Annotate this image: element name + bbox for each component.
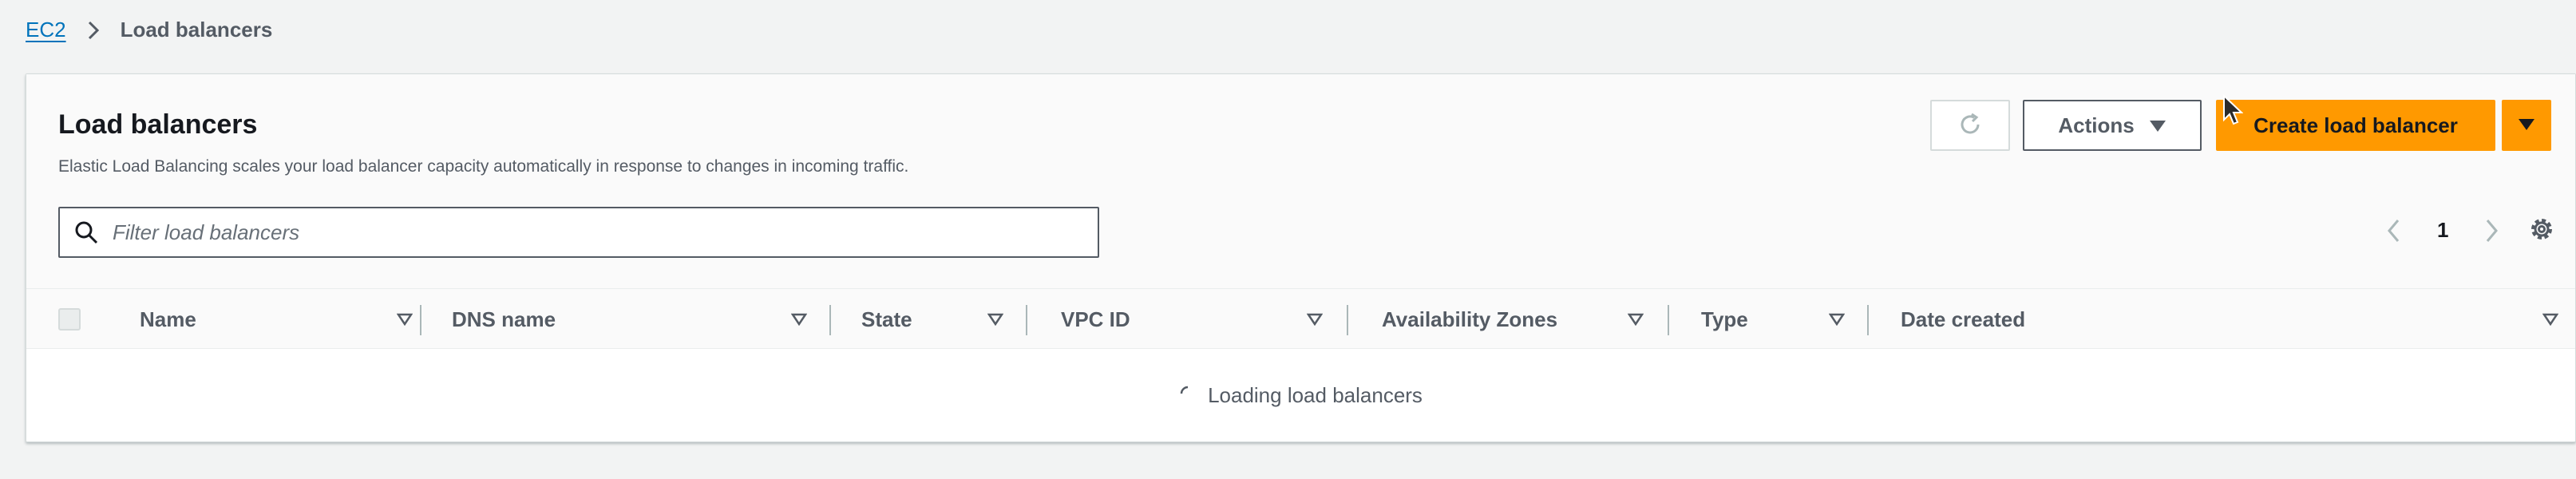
column-label: Type (1701, 307, 1748, 331)
create-label: Create load balancer (2254, 113, 2458, 137)
column-header-dns-name[interactable]: DNS name (452, 289, 556, 350)
sort-caret-icon[interactable] (791, 311, 807, 327)
column-label: Date created (1901, 307, 2026, 331)
breadcrumb-ec2-link[interactable]: EC2 (26, 18, 66, 42)
panel-header: Load balancers Elastic Load Balancing sc… (26, 74, 2575, 288)
sort-caret-icon[interactable] (1829, 311, 1845, 327)
breadcrumb: EC2 Load balancers (26, 18, 272, 42)
column-header-date-created[interactable]: Date created (1901, 289, 2025, 350)
sort-caret-icon[interactable] (397, 311, 413, 327)
create-options-dropdown-button[interactable] (2502, 100, 2551, 151)
column-divider[interactable] (1668, 305, 1669, 335)
breadcrumb-current: Load balancers (120, 18, 273, 42)
gear-icon[interactable] (2527, 215, 2556, 247)
column-header-state[interactable]: State (861, 289, 912, 350)
actions-label: Actions (2058, 113, 2135, 137)
column-label: Availability Zones (1382, 307, 1558, 331)
table-loading-state: Loading load balancers (26, 349, 2575, 441)
column-label: Name (140, 307, 196, 331)
table-header: Name DNS name State VPC ID Availability … (26, 288, 2575, 349)
mouse-cursor-icon (2222, 93, 2244, 130)
sort-caret-icon[interactable] (987, 311, 1003, 327)
caret-down-icon (2518, 118, 2535, 133)
load-balancers-panel: Load balancers Elastic Load Balancing sc… (26, 73, 2576, 442)
column-header-name[interactable]: Name (140, 289, 196, 350)
actions-dropdown-button[interactable]: Actions (2023, 100, 2202, 151)
column-divider[interactable] (1347, 305, 1348, 335)
column-divider[interactable] (829, 305, 831, 335)
column-label: DNS name (452, 307, 556, 331)
select-all-checkbox[interactable] (58, 308, 81, 331)
spinner-icon (1179, 383, 1197, 408)
filter-input[interactable] (113, 220, 1070, 245)
column-header-type[interactable]: Type (1701, 289, 1748, 350)
sort-caret-icon[interactable] (2542, 311, 2558, 327)
sort-caret-icon[interactable] (1628, 311, 1644, 327)
search-icon (60, 220, 113, 244)
refresh-button[interactable] (1930, 100, 2010, 151)
column-header-vpc-id[interactable]: VPC ID (1061, 289, 1130, 350)
chevron-right-icon (84, 21, 103, 40)
loading-text: Loading load balancers (1208, 382, 1423, 407)
column-divider[interactable] (420, 305, 421, 335)
column-divider[interactable] (1026, 305, 1027, 335)
sort-caret-icon[interactable] (1307, 311, 1323, 327)
refresh-icon (1957, 111, 1984, 141)
column-header-availability-zones[interactable]: Availability Zones (1382, 289, 1557, 350)
next-page-icon[interactable] (2480, 219, 2504, 243)
previous-page-icon[interactable] (2381, 219, 2405, 243)
column-divider[interactable] (1867, 305, 1869, 335)
current-page-number[interactable]: 1 (2437, 218, 2448, 243)
pagination: 1 (2381, 218, 2504, 243)
page-title: Load balancers (58, 109, 258, 140)
caret-down-icon (2149, 113, 2166, 138)
create-load-balancer-button[interactable]: Create load balancer (2216, 100, 2495, 151)
column-label: VPC ID (1061, 307, 1130, 331)
page-description: Elastic Load Balancing scales your load … (58, 157, 909, 176)
filter-search-box[interactable] (58, 207, 1099, 258)
column-label: State (861, 307, 912, 331)
